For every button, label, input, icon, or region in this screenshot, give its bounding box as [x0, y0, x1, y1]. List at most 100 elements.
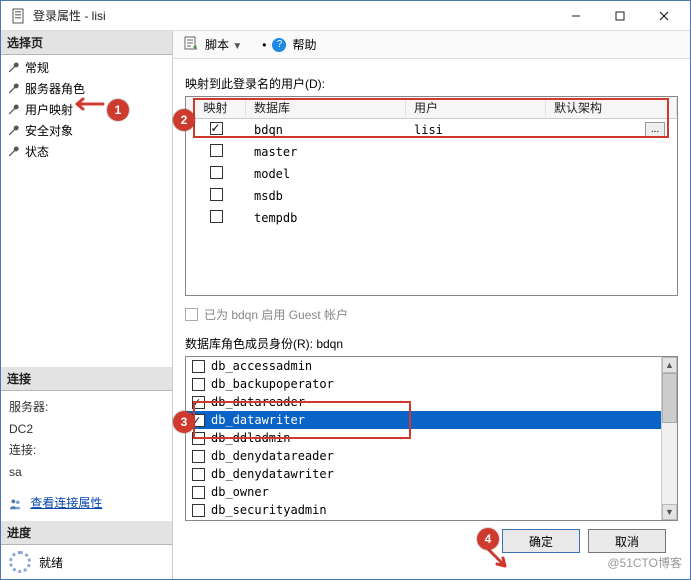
- cancel-button[interactable]: 取消: [588, 529, 666, 553]
- role-name: db_owner: [211, 485, 269, 499]
- connection-header: 连接: [1, 367, 172, 391]
- map-checkbox[interactable]: [210, 188, 223, 201]
- script-dropdown[interactable]: 脚本 ▼: [205, 36, 242, 53]
- nav-securables[interactable]: 安全对象: [1, 120, 172, 141]
- server-label: 服务器:: [9, 397, 164, 419]
- conn-value: sa: [9, 462, 164, 484]
- list-item[interactable]: db_denydatawriter: [186, 465, 661, 483]
- nav-label: 常规: [25, 59, 49, 76]
- list-item[interactable]: public: [186, 519, 661, 520]
- watermark: @51CTO博客: [607, 554, 682, 571]
- close-button[interactable]: [642, 1, 686, 30]
- guest-checkbox: [185, 308, 198, 321]
- table-row[interactable]: model: [186, 163, 677, 185]
- db-cell: tempdb: [246, 211, 406, 225]
- role-checkbox[interactable]: [192, 432, 205, 445]
- callout-1: 1: [107, 99, 129, 121]
- conn-label: 连接:: [9, 440, 164, 462]
- guest-enabled-row: 已为 bdqn 启用 Guest 帐户: [185, 306, 678, 323]
- script-icon: [183, 35, 199, 54]
- roles-label: 数据库角色成员身份(R): bdqn: [185, 335, 678, 352]
- role-checkbox[interactable]: [192, 396, 205, 409]
- main-toolbar: 脚本 ▼ • ? 帮助: [173, 31, 690, 59]
- role-checkbox[interactable]: [192, 504, 205, 517]
- nav-general[interactable]: 常规: [1, 57, 172, 78]
- map-checkbox[interactable]: [210, 166, 223, 179]
- map-checkbox[interactable]: [210, 144, 223, 157]
- list-item[interactable]: db_ddladmin: [186, 429, 661, 447]
- scroll-down-button[interactable]: ▼: [662, 504, 677, 520]
- window-title: 登录属性 - lisi: [33, 7, 554, 24]
- list-item[interactable]: db_accessadmin: [186, 357, 661, 375]
- list-item[interactable]: db_securityadmin: [186, 501, 661, 519]
- help-icon: ?: [272, 38, 286, 52]
- login-properties-window: 登录属性 - lisi 选择页 常规 服务器角色 用户映射 安全对象 状态 连: [0, 0, 691, 580]
- schema-cell: ...: [546, 122, 677, 138]
- arrow-icon: [71, 95, 105, 113]
- sidebar: 选择页 常规 服务器角色 用户映射 安全对象 状态 连接 服务器: DC2 连接…: [1, 31, 173, 579]
- progress-status-text: 就绪: [39, 554, 63, 571]
- progress-spinner-icon: [9, 551, 31, 573]
- map-checkbox[interactable]: [210, 122, 223, 135]
- role-name: db_datareader: [211, 395, 305, 409]
- maximize-button[interactable]: [598, 1, 642, 30]
- ok-button[interactable]: 确定: [502, 529, 580, 553]
- list-item[interactable]: db_datareader: [186, 393, 661, 411]
- db-roles-listbox[interactable]: db_accessadmin db_backupoperator db_data…: [185, 356, 678, 521]
- help-button[interactable]: 帮助: [292, 36, 316, 53]
- nav-label: 状态: [25, 143, 49, 160]
- wrench-icon: [7, 103, 21, 117]
- role-checkbox[interactable]: [192, 468, 205, 481]
- people-icon: [9, 497, 23, 511]
- minimize-button[interactable]: [554, 1, 598, 30]
- mapping-users-label: 映射到此登录名的用户(D):: [185, 75, 678, 92]
- table-row[interactable]: bdqn lisi ...: [186, 119, 677, 141]
- role-name: db_denydatareader: [211, 449, 334, 463]
- guest-label: 已为 bdqn 启用 Guest 帐户: [204, 306, 348, 323]
- progress-status-area: 就绪: [1, 545, 172, 579]
- content-area: 映射到此登录名的用户(D): 映射 数据库 用户 默认架构 bdqn lisi …: [173, 59, 690, 579]
- table-row[interactable]: tempdb: [186, 207, 677, 229]
- scroll-thumb[interactable]: [662, 373, 677, 423]
- mapping-grid[interactable]: 映射 数据库 用户 默认架构 bdqn lisi ... master: [185, 96, 678, 296]
- chevron-down-icon: ▼: [232, 41, 242, 52]
- db-cell: model: [246, 167, 406, 181]
- grid-header: 映射 数据库 用户 默认架构: [186, 97, 677, 119]
- role-checkbox[interactable]: [192, 378, 205, 391]
- scroll-up-button[interactable]: ▲: [662, 357, 677, 373]
- script-label: 脚本: [205, 38, 229, 52]
- view-connection-properties-link[interactable]: 查看连接属性: [30, 493, 102, 515]
- wrench-icon: [7, 61, 21, 75]
- select-page-header: 选择页: [1, 31, 172, 55]
- titlebar: 登录属性 - lisi: [1, 1, 690, 31]
- wrench-icon: [7, 124, 21, 138]
- sidebar-spacer: [1, 164, 172, 367]
- list-item[interactable]: db_backupoperator: [186, 375, 661, 393]
- callout-2: 2: [173, 109, 195, 131]
- list-item[interactable]: db_datawriter: [186, 411, 661, 429]
- nav-label: 安全对象: [25, 122, 73, 139]
- server-value: DC2: [9, 419, 164, 441]
- role-checkbox[interactable]: [192, 450, 205, 463]
- app-icon: [11, 8, 27, 24]
- user-cell: lisi: [406, 123, 546, 137]
- nav-status[interactable]: 状态: [1, 141, 172, 162]
- db-cell: msdb: [246, 189, 406, 203]
- table-row[interactable]: master: [186, 141, 677, 163]
- connection-info: 服务器: DC2 连接: sa 查看连接属性: [1, 391, 172, 521]
- role-name: db_backupoperator: [211, 377, 334, 391]
- roles-scrollbar[interactable]: ▲ ▼: [661, 357, 677, 520]
- wrench-icon: [7, 145, 21, 159]
- window-body: 选择页 常规 服务器角色 用户映射 安全对象 状态 连接 服务器: DC2 连接…: [1, 31, 690, 579]
- schema-browse-button[interactable]: ...: [645, 122, 665, 138]
- role-name: db_ddladmin: [211, 431, 290, 445]
- page-nav-list: 常规 服务器角色 用户映射 安全对象 状态: [1, 55, 172, 164]
- role-checkbox[interactable]: [192, 360, 205, 373]
- nav-label: 用户映射: [25, 101, 73, 118]
- col-schema: 默认架构: [546, 99, 677, 116]
- table-row[interactable]: msdb: [186, 185, 677, 207]
- list-item[interactable]: db_owner: [186, 483, 661, 501]
- role-checkbox[interactable]: [192, 486, 205, 499]
- list-item[interactable]: db_denydatareader: [186, 447, 661, 465]
- map-checkbox[interactable]: [210, 210, 223, 223]
